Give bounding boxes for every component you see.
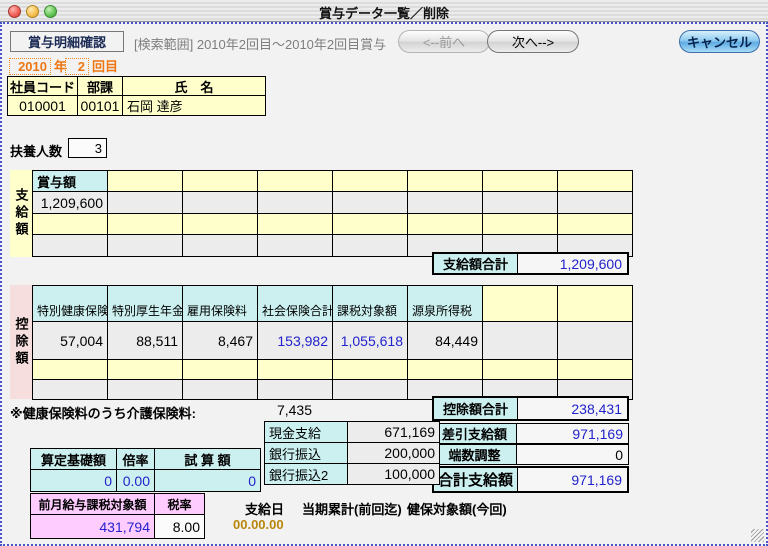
deduction-total-label: 控除額合計 (434, 398, 518, 419)
deduction-withholding-value[interactable]: 84,449 (408, 322, 483, 360)
window-content: 賞与明細確認 [検索範囲] 2010年2回目～2010年2回目賞与 <--前へ … (0, 22, 768, 546)
employee-col-name: 氏 名 (123, 77, 266, 96)
deduction-total-value: 238,431 (518, 398, 627, 419)
employee-code[interactable]: 010001 (8, 96, 78, 116)
trial-base-value[interactable]: 0 (31, 470, 117, 492)
payment-table: 賞与額 1,209,600 (32, 170, 633, 257)
trial-rate-value[interactable]: 0.00 (117, 470, 155, 492)
rounding-label: 端数調整 (433, 445, 517, 464)
net-pay-label: 差引支給額 (433, 424, 517, 443)
total-pay-label: 合計支給額 (434, 468, 518, 491)
round-suffix-label: 回目 (92, 58, 118, 75)
bank2-label: 銀行振込2 (265, 464, 348, 485)
resize-grip[interactable] (751, 529, 764, 542)
payment-col-bonus: 賞与額 (33, 171, 108, 192)
window-title: 賞与データ一覧／削除 (0, 3, 768, 22)
deduction-col-taxable: 課税対象額 (333, 286, 408, 322)
trial-table: 算定基礎額 倍率 試 算 額 0 0.00 0 (30, 448, 261, 492)
rounding-box: 端数調整 0 (432, 444, 629, 465)
title-bar: 賞与データ一覧／削除 (0, 0, 768, 22)
deduction-taxable-value: 1,055,618 (333, 322, 408, 360)
prev-month-table: 前月給与課税対象額 税率 431,794 8.00 (30, 493, 205, 539)
deduction-col-pension: 特別厚生年金 (108, 286, 183, 322)
payment-total-value: 1,209,600 (518, 254, 627, 273)
prev-month-rate[interactable]: 8.00 (155, 515, 205, 539)
dependents-field[interactable]: 3 (68, 138, 107, 158)
deduction-table: 特別健康保険 特別厚生年金 雇用保険料 社会保険合計 課税対象額 源泉所得税 5… (32, 285, 633, 400)
dependents-label: 扶養人数 (10, 141, 62, 160)
prev-month-col-rate: 税率 (155, 494, 205, 515)
trial-col-amount: 試 算 額 (155, 449, 261, 470)
deduction-col-employment: 雇用保険料 (183, 286, 258, 322)
cumulative-label: 当期累計(前回迄) (302, 499, 402, 518)
employee-dept[interactable]: 00101 (78, 96, 123, 116)
bank1-value[interactable]: 200,000 (348, 443, 440, 464)
payment-bonus-amount[interactable]: 1,209,600 (33, 192, 108, 214)
year-field[interactable]: 2010 (9, 58, 51, 75)
deduction-pension-value[interactable]: 88,511 (108, 322, 183, 360)
deduction-col-withholding: 源泉所得税 (408, 286, 483, 322)
deduction-total-box: 控除額合計 238,431 (432, 396, 629, 421)
round-field[interactable]: 2 (65, 58, 89, 75)
pay-date-value: 00.00.00 (233, 517, 284, 532)
prev-month-amount[interactable]: 431,794 (31, 515, 155, 539)
cancel-button[interactable]: キャンセル (679, 30, 760, 53)
deduction-side-label: 控除額 (10, 285, 32, 399)
payment-total-box: 支給額合計 1,209,600 (432, 252, 629, 275)
health-target-label: 健保対象額(今回) (407, 499, 507, 518)
deduction-social-total-value: 153,982 (258, 322, 333, 360)
payment-side-label: 支給額 (10, 170, 32, 257)
total-pay-value: 971,169 (518, 468, 627, 491)
employee-name[interactable]: 石岡 達彦 (123, 96, 266, 116)
rounding-value[interactable]: 0 (517, 445, 628, 464)
cash-value[interactable]: 671,169 (348, 422, 440, 443)
deduction-health-value[interactable]: 57,004 (33, 322, 108, 360)
net-pay-box: 差引支給額 971,169 (432, 423, 629, 444)
cash-table: 現金支給 671,169 銀行振込 200,000 銀行振込2 100,000 (264, 421, 440, 485)
trial-col-rate: 倍率 (117, 449, 155, 470)
care-insurance-label: ※健康保険料のうち介護保険料: (10, 403, 196, 422)
search-range-label: [検索範囲] 2010年2回目～2010年2回目賞与 (134, 34, 386, 53)
bank2-value[interactable]: 100,000 (348, 464, 440, 485)
prev-month-col-amount: 前月給与課税対象額 (31, 494, 155, 515)
net-pay-value: 971,169 (517, 424, 628, 443)
cash-label: 現金支給 (265, 422, 348, 443)
bank1-label: 銀行振込 (265, 443, 348, 464)
employee-col-code: 社員コード (8, 77, 78, 96)
mode-label: 賞与明細確認 (10, 31, 124, 52)
deduction-col-health: 特別健康保険 (33, 286, 108, 322)
pay-date-label: 支給日 (245, 499, 284, 518)
trial-col-base: 算定基礎額 (31, 449, 117, 470)
payment-total-label: 支給額合計 (434, 254, 518, 273)
care-insurance-value: 7,435 (242, 402, 312, 418)
employee-col-dept: 部課 (78, 77, 123, 96)
deduction-col-social-total: 社会保険合計 (258, 286, 333, 322)
deduction-employment-value[interactable]: 8,467 (183, 322, 258, 360)
employee-table: 社員コード 部課 氏 名 010001 00101 石岡 達彦 (7, 76, 266, 116)
app-window: 賞与データ一覧／削除 賞与明細確認 [検索範囲] 2010年2回目～2010年2… (0, 0, 768, 546)
prev-button[interactable]: <--前へ (398, 30, 490, 53)
total-pay-box: 合計支給額 971,169 (432, 466, 629, 493)
next-button[interactable]: 次へ--> (487, 30, 579, 53)
trial-amount-value: 0 (155, 470, 261, 492)
